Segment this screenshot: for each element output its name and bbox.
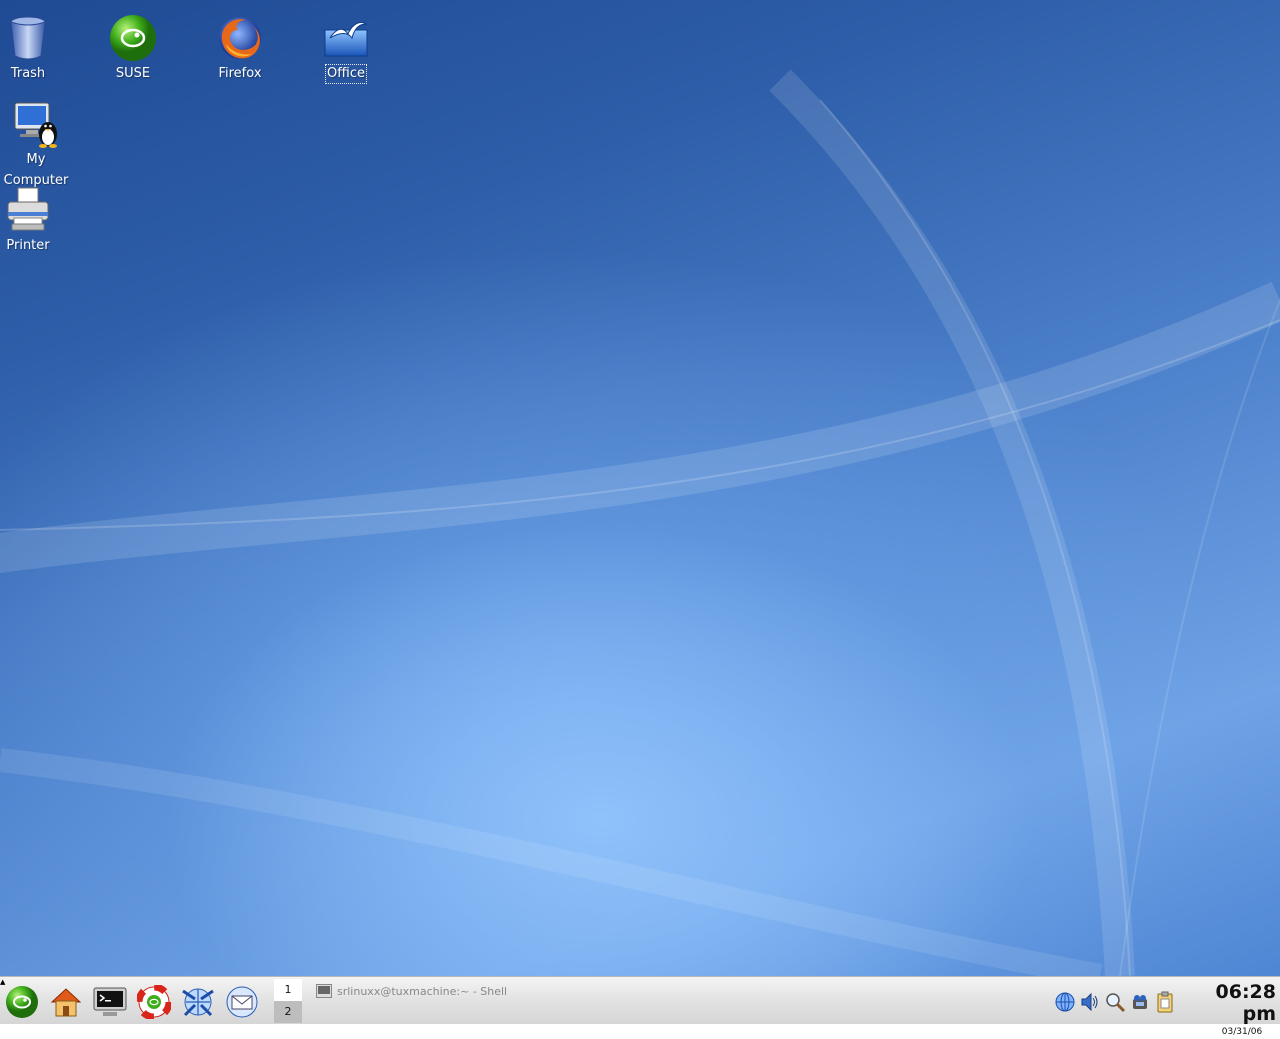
clipboard-button[interactable] bbox=[1154, 991, 1176, 1013]
desktop-icon-my-computer[interactable]: My Computer bbox=[0, 100, 78, 190]
shell-icon bbox=[316, 984, 332, 998]
system-tray bbox=[1054, 989, 1176, 1015]
desktop-icon-office[interactable]: Office bbox=[304, 14, 388, 84]
clipboard-icon bbox=[1157, 991, 1173, 1013]
desktop-background[interactable]: Trash SUSE Firefox Office My Computer Pr… bbox=[0, 0, 1280, 976]
computer-tux-icon bbox=[14, 102, 57, 148]
clock[interactable]: 06:28 pm 03/31/06 bbox=[1182, 981, 1276, 1039]
suse-menu-button[interactable] bbox=[3, 983, 41, 1021]
pager-desktop-2[interactable]: 2 bbox=[274, 1001, 302, 1023]
clock-date: 03/31/06 bbox=[1221, 1027, 1263, 1037]
desktop-icon-firefox[interactable]: Firefox bbox=[198, 14, 282, 83]
office-icon bbox=[324, 21, 368, 57]
desktop-icon-label: Trash bbox=[10, 66, 46, 81]
volume-icon bbox=[1081, 992, 1098, 1012]
home-icon bbox=[50, 988, 82, 1017]
desktop-pager: 1 2 bbox=[274, 979, 302, 1023]
kde-panel: ▲ 1 2 srlinuxx@tuxmachine:~ - Shell 06:2… bbox=[0, 976, 1280, 1037]
help-lifebuoy-icon bbox=[137, 985, 171, 1019]
desktop-icon-trash[interactable]: Trash bbox=[0, 14, 70, 83]
firefox-icon bbox=[219, 17, 261, 59]
desktop-icon-label: Office bbox=[325, 64, 367, 84]
konqueror-icon bbox=[182, 988, 214, 1017]
konqueror-button[interactable] bbox=[179, 983, 217, 1021]
desktop-icon-label: SUSE bbox=[115, 66, 151, 81]
desktop-icon-label: Printer bbox=[6, 238, 50, 253]
printer-icon bbox=[7, 187, 49, 231]
clock-time: 06:28 pm bbox=[1215, 981, 1276, 1025]
updater-button[interactable] bbox=[1129, 991, 1151, 1013]
search-button[interactable] bbox=[1104, 991, 1126, 1013]
network-button[interactable] bbox=[1054, 991, 1076, 1013]
desktop-icon-label-line1: My bbox=[26, 152, 46, 167]
pager-desktop-1[interactable]: 1 bbox=[274, 979, 302, 1001]
terminal-icon bbox=[93, 987, 127, 1016]
network-globe-icon bbox=[1055, 992, 1075, 1012]
desktop-icon-suse[interactable]: SUSE bbox=[91, 14, 175, 83]
search-icon bbox=[1106, 993, 1126, 1013]
suse-menu-icon bbox=[6, 986, 38, 1018]
terminal-button[interactable] bbox=[91, 983, 129, 1021]
mail-button[interactable] bbox=[223, 983, 261, 1021]
mail-icon bbox=[226, 986, 258, 1018]
suse-icon bbox=[110, 15, 156, 61]
trash-icon bbox=[10, 16, 46, 60]
volume-button[interactable] bbox=[1079, 991, 1101, 1013]
wallpaper-swoosh bbox=[0, 69, 1280, 976]
desktop-icon-printer[interactable]: Printer bbox=[0, 186, 70, 255]
home-button[interactable] bbox=[47, 983, 85, 1021]
help-button[interactable] bbox=[135, 983, 173, 1021]
taskbar-window-button[interactable]: srlinuxx@tuxmachine:~ - Shell bbox=[310, 981, 510, 1001]
desktop-icon-label: Firefox bbox=[218, 66, 262, 81]
taskbar-window-title: srlinuxx@tuxmachine:~ - Shell bbox=[337, 984, 508, 998]
updater-icon bbox=[1133, 995, 1147, 1009]
